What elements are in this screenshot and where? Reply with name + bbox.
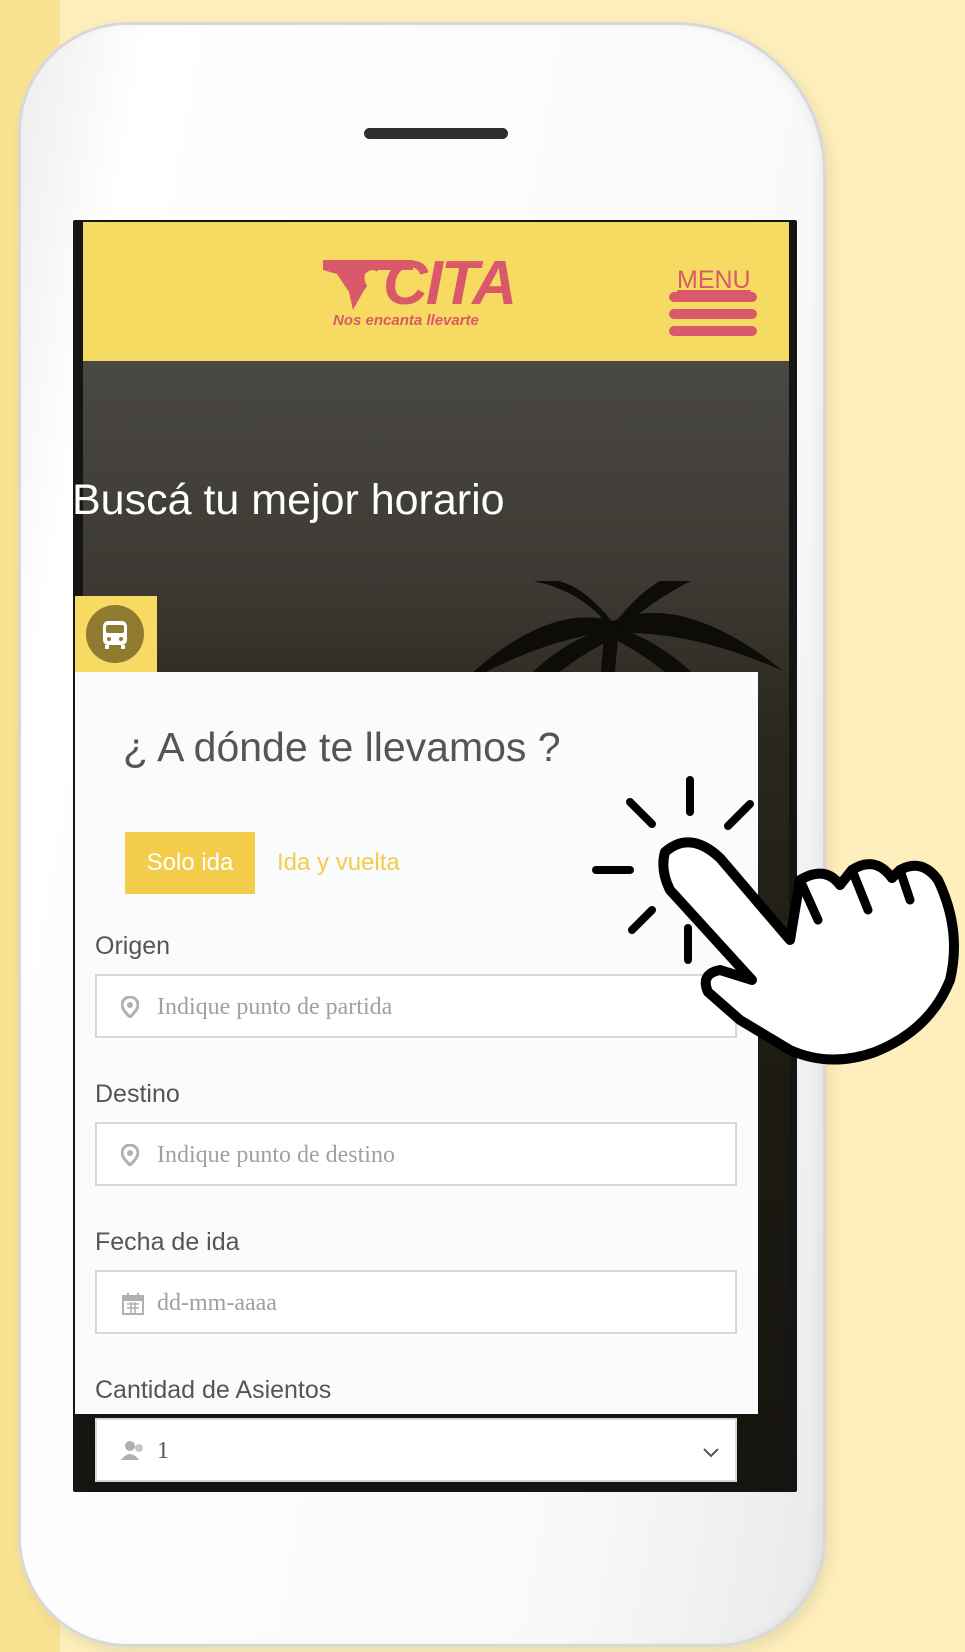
destination-input[interactable]: Indique punto de destino bbox=[95, 1122, 737, 1186]
tap-hand-icon bbox=[592, 776, 959, 1065]
date-label: Fecha de ida bbox=[95, 1228, 240, 1256]
brand-name: CITA bbox=[383, 249, 517, 318]
hamburger-bar-icon bbox=[669, 326, 757, 336]
destination-label: Destino bbox=[95, 1080, 180, 1108]
form-title: ¿ A dónde te llevamos ? bbox=[123, 724, 561, 770]
bus-tab[interactable] bbox=[75, 596, 157, 672]
map-marker-icon bbox=[120, 1143, 140, 1172]
phone-speaker bbox=[364, 128, 508, 139]
cita-logo[interactable]: CITA Nos encanta llevarte bbox=[323, 249, 563, 330]
seats-label: Cantidad de Asientos bbox=[95, 1376, 332, 1404]
site-header: CITA Nos encanta llevarte MENU bbox=[83, 222, 789, 361]
seats-select[interactable]: 1 bbox=[95, 1418, 737, 1482]
map-marker-icon bbox=[120, 995, 140, 1024]
bus-icon bbox=[103, 621, 127, 649]
bus-icon-circle bbox=[86, 605, 144, 663]
origin-label: Origen bbox=[95, 932, 171, 960]
hamburger-bar-icon bbox=[669, 292, 757, 302]
hero-title: Buscá tu mejor horario bbox=[72, 476, 505, 524]
seats-value: 1 bbox=[157, 1438, 169, 1464]
calendar-icon bbox=[121, 1292, 145, 1322]
menu-label: MENU bbox=[677, 266, 751, 294]
tab-solo-ida[interactable]: Solo ida bbox=[125, 832, 255, 894]
users-icon bbox=[121, 1440, 147, 1468]
menu-button[interactable]: MENU bbox=[669, 262, 761, 340]
hamburger-bar-icon bbox=[669, 309, 757, 319]
date-placeholder: dd-mm-aaaa bbox=[157, 1290, 277, 1316]
chevron-down-icon bbox=[703, 1438, 719, 1464]
tab-ida-y-vuelta[interactable]: Ida y vuelta bbox=[277, 832, 400, 894]
brand-slogan: Nos encanta llevarte bbox=[333, 312, 479, 329]
destination-placeholder: Indique punto de destino bbox=[157, 1142, 395, 1168]
date-input[interactable]: dd-mm-aaaa bbox=[95, 1270, 737, 1334]
origin-placeholder: Indique punto de partida bbox=[157, 994, 393, 1020]
